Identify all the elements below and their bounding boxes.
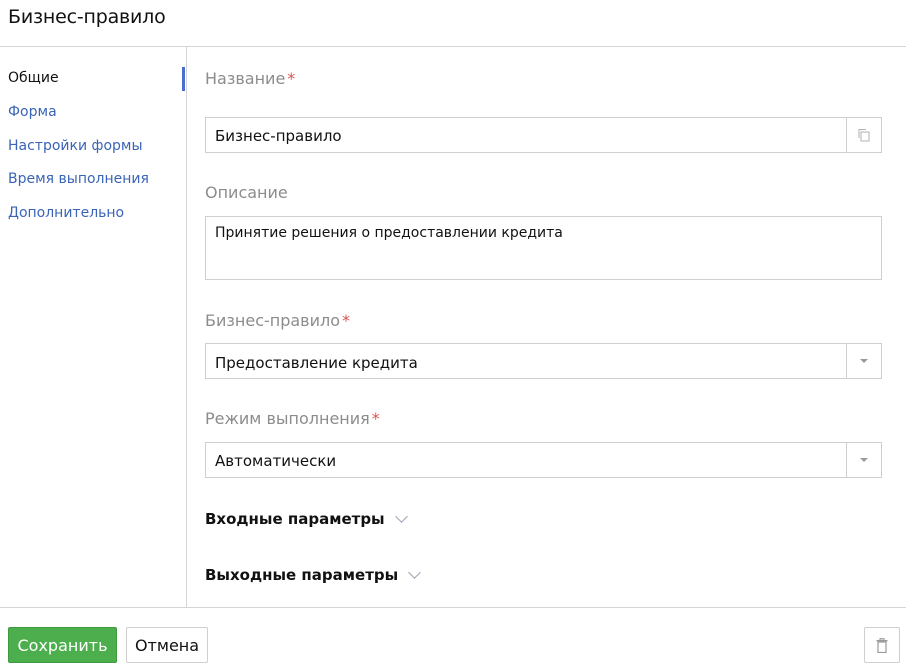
description-label: Описание [205, 183, 288, 202]
description-value[interactable]: Принятие решения о предоставлении кредит… [215, 225, 563, 241]
required-mark: * [342, 311, 351, 330]
execution-mode-dropdown-toggle[interactable] [846, 443, 881, 477]
delete-button[interactable] [864, 627, 900, 663]
sidebar-item-form-settings[interactable]: Настройки формы [8, 138, 143, 154]
business-rule-label: Бизнес-правило * [205, 311, 350, 330]
trash-icon [876, 637, 888, 653]
sidebar-item-general[interactable]: Общие [8, 70, 59, 86]
execution-mode-label: Режим выполнения * [205, 409, 380, 428]
chevron-down-icon [394, 510, 408, 523]
output-parameters-section[interactable]: Выходные параметры [205, 566, 422, 584]
input-parameters-label: Входные параметры [205, 510, 385, 528]
name-field-value[interactable]: Бизнес-правило [215, 127, 342, 145]
name-label-text: Название [205, 69, 286, 88]
copy-button[interactable] [846, 118, 881, 152]
input-parameters-section[interactable]: Входные параметры [205, 510, 408, 528]
output-parameters-label: Выходные параметры [205, 566, 399, 584]
header-divider [0, 46, 906, 47]
required-mark: * [371, 409, 380, 428]
chevron-down-icon [408, 566, 422, 579]
sidebar-item-form[interactable]: Форма [8, 104, 57, 120]
dialog-title: Бизнес-правило [8, 6, 166, 28]
execution-mode-select[interactable]: Автоматически [205, 442, 882, 478]
name-field[interactable]: Бизнес-правило [205, 117, 882, 153]
caret-down-icon [860, 458, 868, 462]
copy-icon [858, 129, 870, 142]
save-button[interactable]: Сохранить [8, 627, 117, 663]
caret-down-icon [860, 359, 868, 363]
sidebar-item-additional[interactable]: Дополнительно [8, 205, 124, 221]
sidebar-active-indicator [182, 67, 185, 91]
name-label: Название * [205, 69, 295, 88]
footer-divider [0, 607, 906, 608]
business-rule-dropdown-toggle[interactable] [846, 344, 881, 378]
sidebar-item-execution-time[interactable]: Время выполнения [8, 171, 149, 187]
business-rule-select[interactable]: Предоставление кредита [205, 343, 882, 379]
cancel-button[interactable]: Отмена [126, 627, 208, 663]
description-textarea[interactable]: Принятие решения о предоставлении кредит… [205, 216, 882, 280]
required-mark: * [287, 69, 296, 88]
execution-mode-label-text: Режим выполнения [205, 409, 370, 428]
business-rule-label-text: Бизнес-правило [205, 311, 341, 330]
execution-mode-value[interactable]: Автоматически [215, 452, 336, 470]
sidebar-divider [186, 47, 187, 607]
business-rule-value[interactable]: Предоставление кредита [215, 354, 418, 372]
